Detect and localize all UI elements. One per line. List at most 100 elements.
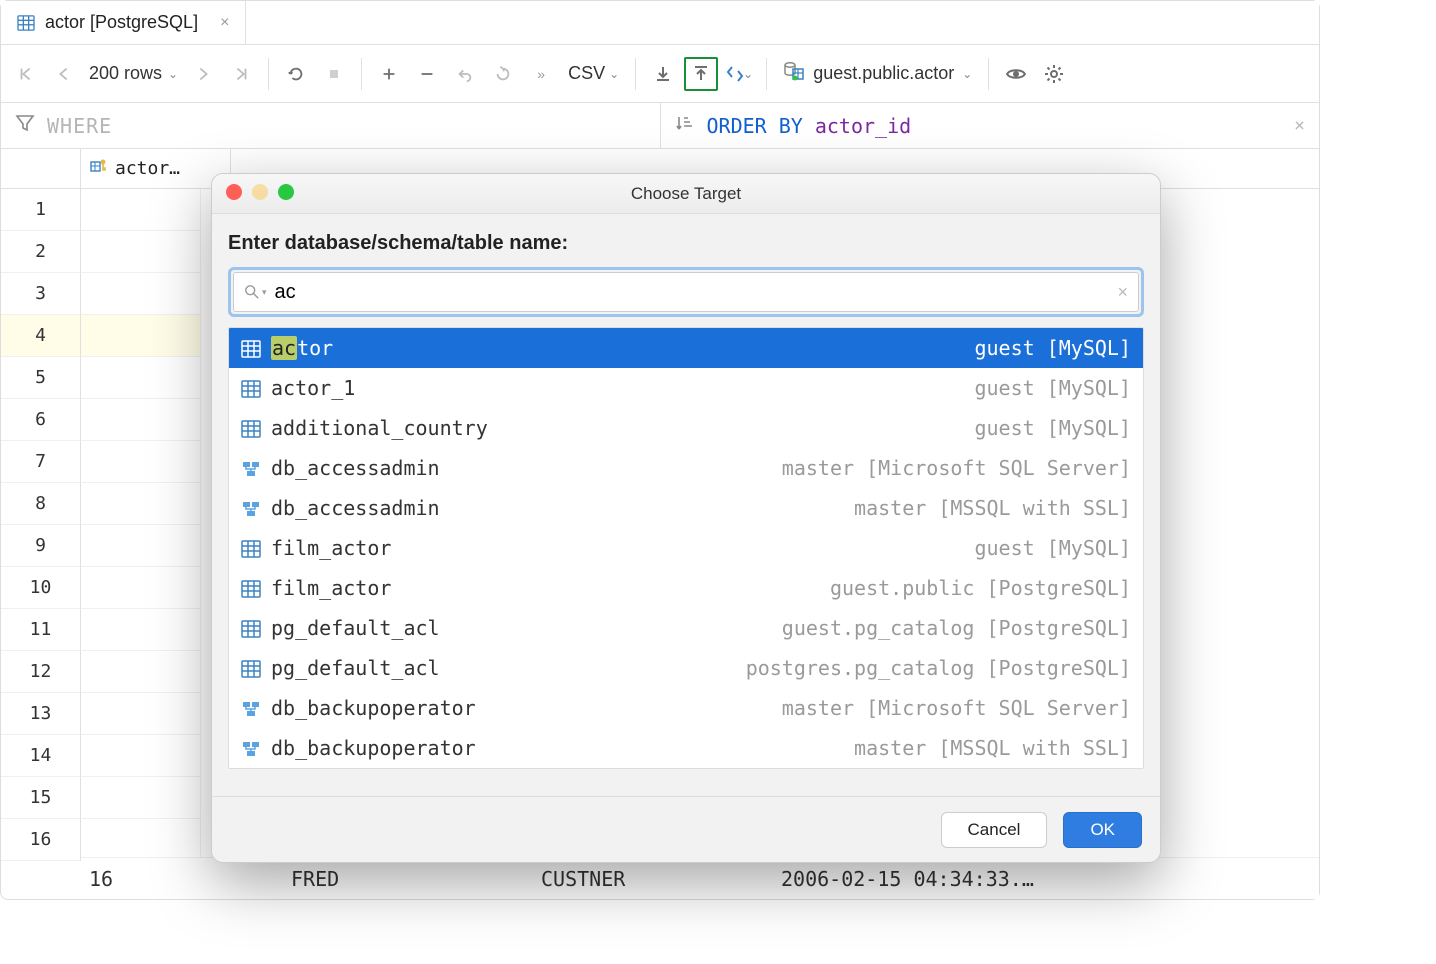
grid-corner[interactable] <box>1 149 81 188</box>
cell[interactable] <box>81 693 201 735</box>
rows-count-dropdown[interactable]: 200 rows ⌄ <box>85 63 182 84</box>
table-icon <box>241 579 261 597</box>
cell[interactable] <box>81 441 201 483</box>
result-item[interactable]: actor_1guest [MySQL] <box>229 368 1143 408</box>
result-item[interactable]: film_actor guest.public [PostgreSQL] <box>229 568 1143 608</box>
row-number[interactable]: 10 <box>1 567 81 609</box>
result-item[interactable]: pg_default_aclpostgres.pg_catalog [Postg… <box>229 648 1143 688</box>
cell[interactable] <box>81 777 201 819</box>
row-number[interactable]: 5 <box>1 357 81 399</box>
dialog-titlebar[interactable]: Choose Target <box>212 174 1160 214</box>
result-context: guest.public [PostgreSQL] <box>830 576 1131 600</box>
row-number[interactable]: 2 <box>1 231 81 273</box>
toolbar: 200 rows ⌄ » CSV ⌄ ⌄ guest.public.actor … <box>1 45 1319 103</box>
cell[interactable] <box>81 819 201 861</box>
settings-button[interactable] <box>1037 57 1071 91</box>
row-number[interactable]: 1 <box>1 189 81 231</box>
column-header-actor-id[interactable]: actor… <box>81 149 231 188</box>
row-number[interactable]: 14 <box>1 735 81 777</box>
clear-search-icon[interactable]: × <box>1117 282 1128 303</box>
row-number[interactable]: 16 <box>1 819 81 861</box>
rows-count-label: 200 rows <box>89 63 162 84</box>
cell[interactable] <box>81 525 201 567</box>
cell[interactable] <box>81 567 201 609</box>
cell[interactable] <box>81 735 201 777</box>
revert-button[interactable] <box>486 57 520 91</box>
stop-button[interactable] <box>317 57 351 91</box>
tab-close-icon[interactable]: × <box>220 14 229 32</box>
row-number[interactable]: 8 <box>1 483 81 525</box>
result-name: film_actor <box>271 576 391 600</box>
table-icon <box>241 659 261 677</box>
cell[interactable] <box>81 273 201 315</box>
results-list: actorguest [MySQL]actor_1guest [MySQL]ad… <box>228 327 1144 769</box>
tab-actor[interactable]: actor [PostgreSQL] × <box>1 1 246 44</box>
where-clause-input[interactable]: WHERE <box>1 103 661 148</box>
result-item[interactable]: actorguest [MySQL] <box>229 328 1143 368</box>
window-zoom-button[interactable] <box>278 184 294 200</box>
result-item[interactable]: film_actorguest [MySQL] <box>229 528 1143 568</box>
import-button[interactable] <box>646 57 680 91</box>
clear-order-icon[interactable]: × <box>1294 115 1305 136</box>
separator <box>361 58 362 90</box>
undo-button[interactable] <box>448 57 482 91</box>
view-button[interactable] <box>999 57 1033 91</box>
export-button[interactable] <box>684 57 718 91</box>
cell[interactable] <box>81 651 201 693</box>
row-number[interactable]: 4 <box>1 315 81 357</box>
result-item[interactable]: pg_default_aclguest.pg_catalog [PostgreS… <box>229 608 1143 648</box>
result-name: pg_default_acl <box>271 656 440 680</box>
cancel-button[interactable]: Cancel <box>941 812 1048 848</box>
more-button[interactable]: » <box>524 57 558 91</box>
result-item[interactable]: db_backupoperatormaster [MSSQL with SSL] <box>229 728 1143 768</box>
row-number[interactable]: 7 <box>1 441 81 483</box>
reload-button[interactable] <box>279 57 313 91</box>
search-field-wrap: ▾ × <box>228 267 1144 317</box>
order-by-keyword: ORDER BY <box>707 114 803 138</box>
result-item[interactable]: db_accessadminmaster [Microsoft SQL Serv… <box>229 448 1143 488</box>
tab-bar: actor [PostgreSQL] × <box>1 1 1319 45</box>
chevron-down-icon: ⌄ <box>168 67 178 81</box>
prev-page-button[interactable] <box>47 57 81 91</box>
cell[interactable] <box>81 315 201 357</box>
schema-icon <box>241 739 261 757</box>
compare-button[interactable]: ⌄ <box>722 57 756 91</box>
add-row-button[interactable] <box>372 57 406 91</box>
cell[interactable] <box>81 609 201 651</box>
result-item[interactable]: db_backupoperatormaster [Microsoft SQL S… <box>229 688 1143 728</box>
schema-path-dropdown[interactable]: guest.public.actor ⌄ <box>777 61 978 86</box>
result-name: db_backupoperator <box>271 696 476 720</box>
row-number[interactable]: 12 <box>1 651 81 693</box>
row-number[interactable]: 6 <box>1 399 81 441</box>
result-item[interactable]: db_accessadminmaster [MSSQL with SSL] <box>229 488 1143 528</box>
search-input[interactable] <box>275 281 1110 304</box>
row-number[interactable]: 15 <box>1 777 81 819</box>
ok-button[interactable]: OK <box>1063 812 1142 848</box>
cell[interactable] <box>81 357 201 399</box>
row-number[interactable]: 3 <box>1 273 81 315</box>
first-page-button[interactable] <box>9 57 43 91</box>
export-format-dropdown[interactable]: CSV ⌄ <box>562 63 625 84</box>
dialog-title: Choose Target <box>631 184 741 204</box>
next-page-button[interactable] <box>186 57 220 91</box>
row-number[interactable]: 13 <box>1 693 81 735</box>
pk-icon <box>89 156 109 181</box>
window-minimize-button <box>252 184 268 200</box>
order-by-clause-input[interactable]: ORDER BY actor_id × <box>661 103 1320 148</box>
sort-icon <box>675 113 695 138</box>
cell[interactable] <box>81 189 201 231</box>
search-icon[interactable]: ▾ <box>244 284 267 300</box>
last-page-button[interactable] <box>224 57 258 91</box>
window-close-button[interactable] <box>226 184 242 200</box>
cell[interactable] <box>81 483 201 525</box>
row-number[interactable]: 11 <box>1 609 81 651</box>
table-icon <box>241 419 261 437</box>
result-context: master [MSSQL with SSL] <box>854 736 1131 760</box>
row-number[interactable]: 9 <box>1 525 81 567</box>
choose-target-dialog: Choose Target Enter database/schema/tabl… <box>211 173 1161 863</box>
cell[interactable] <box>81 231 201 273</box>
result-item[interactable]: additional_countryguest [MySQL] <box>229 408 1143 448</box>
remove-row-button[interactable] <box>410 57 444 91</box>
separator <box>635 58 636 90</box>
cell[interactable] <box>81 399 201 441</box>
